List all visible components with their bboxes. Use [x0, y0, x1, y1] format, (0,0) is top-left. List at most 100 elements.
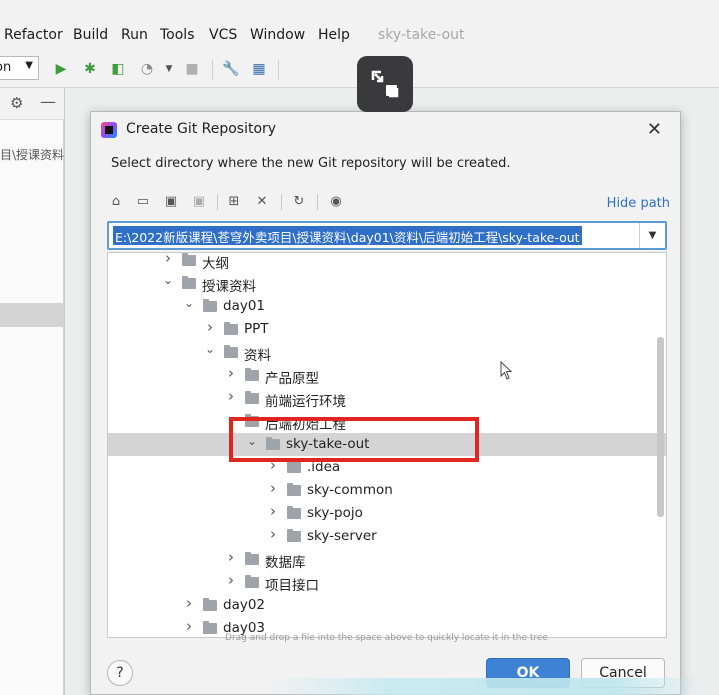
menu-help-label: Help: [318, 27, 350, 43]
tree-row-label: 产品原型: [265, 371, 319, 387]
menu-bar: Refactor Build Run Tools VCS Window Help…: [0, 0, 719, 52]
menu-build[interactable]: Build: [73, 27, 108, 43]
debug-icon[interactable]: ✱: [82, 61, 98, 77]
menu-tools-label: Tools: [160, 27, 195, 43]
chevron-right-icon[interactable]: ›: [225, 387, 237, 405]
project-folder-icon[interactable]: ▣: [162, 193, 180, 211]
chevron-right-icon[interactable]: ›: [183, 594, 195, 612]
tree-row[interactable]: ⌄ 授课资料: [108, 272, 666, 295]
tree-row[interactable]: ⌄ 资料: [108, 341, 666, 364]
menu-refactor[interactable]: Refactor: [4, 27, 63, 43]
menu-build-label: Build: [73, 27, 109, 43]
menu-run[interactable]: Run: [121, 27, 148, 43]
module-folder-icon[interactable]: ▣: [190, 193, 208, 211]
folder-icon: [182, 253, 196, 266]
chevron-right-icon[interactable]: ›: [204, 318, 216, 336]
tree-row[interactable]: › 前端运行环境: [108, 387, 666, 410]
wrench-icon[interactable]: 🔧: [222, 61, 239, 77]
background-blur: [265, 678, 705, 695]
chevron-right-icon[interactable]: ›: [225, 364, 237, 382]
profile-icon[interactable]: ◔: [139, 61, 155, 77]
chevron-down-icon[interactable]: ⌄: [204, 342, 216, 356]
run-icon[interactable]: ▶: [53, 61, 69, 77]
menu-tools[interactable]: Tools: [160, 27, 195, 43]
tree-row-label: day02: [223, 597, 266, 613]
chevron-down-icon: ▼: [25, 60, 33, 71]
toolbar-separator: [317, 194, 318, 210]
chevron-right-icon[interactable]: ›: [267, 502, 279, 520]
run-config-select[interactable]: on ▼: [0, 56, 39, 80]
chevron-down-icon[interactable]: ⌄: [183, 296, 195, 310]
path-input-value: E:\2022新版课程\苍穹外卖项目\授课资料\day01\资料\后端初始工程\…: [113, 226, 582, 245]
tree-row[interactable]: › sky-server: [108, 525, 666, 548]
menu-window-label: Window: [250, 27, 306, 43]
folder-icon: [245, 575, 259, 588]
new-folder-icon[interactable]: ⊞: [225, 193, 243, 211]
project-selected-row[interactable]: [0, 303, 64, 327]
chevron-down-icon[interactable]: ⌄: [162, 273, 174, 287]
folder-icon: [287, 506, 301, 519]
gear-icon[interactable]: ⚙: [10, 94, 23, 112]
tree-row[interactable]: › day02: [108, 594, 666, 617]
folder-icon: [182, 276, 196, 289]
tree-row-label: 数据库: [265, 555, 306, 571]
chevron-right-icon[interactable]: ›: [162, 253, 174, 267]
tree-row-label: 授课资料: [202, 279, 256, 295]
tree-row[interactable]: › 大纲: [108, 253, 666, 272]
minimize-icon[interactable]: —: [40, 92, 56, 111]
tree-row-label: day01: [223, 298, 266, 314]
folder-icon: [245, 391, 259, 404]
coverage-icon[interactable]: ◧: [110, 61, 126, 77]
project-panel: ⚙ — 目\授课资料: [0, 88, 64, 695]
menu-vcs[interactable]: VCS: [209, 27, 237, 43]
project-path: 目\授课资料: [0, 148, 65, 162]
folder-icon: [203, 598, 217, 611]
desktop-icon[interactable]: ▭: [134, 193, 152, 211]
folder-icon: [245, 552, 259, 565]
chevron-right-icon[interactable]: ›: [225, 571, 237, 589]
tree-row[interactable]: › 项目接口: [108, 571, 666, 594]
create-git-repository-dialog: Create Git Repository ✕ Select directory…: [90, 111, 681, 695]
tree-row[interactable]: ⌄ day01: [108, 295, 666, 318]
menu-help[interactable]: Help: [318, 27, 350, 43]
exit-fullscreen-icon: [371, 70, 399, 98]
chevron-down-icon[interactable]: ▼: [639, 223, 665, 248]
help-button[interactable]: ?: [107, 660, 133, 686]
stop-icon[interactable]: ■: [184, 61, 200, 77]
show-hidden-icon[interactable]: ◉: [327, 193, 345, 211]
tree-row-label: 大纲: [202, 256, 229, 272]
tree-row[interactable]: › 产品原型: [108, 364, 666, 387]
home-icon[interactable]: ⌂: [107, 193, 125, 211]
exit-fullscreen-button[interactable]: [357, 56, 413, 112]
path-input[interactable]: E:\2022新版课程\苍穹外卖项目\授课资料\day01\资料\后端初始工程\…: [107, 221, 667, 250]
folder-icon: [224, 322, 238, 335]
tree-scrollbar[interactable]: [657, 337, 664, 517]
toolbar-separator: [278, 60, 279, 80]
more-run-icon[interactable]: ▼: [161, 61, 177, 77]
menu-refactor-label: Refactor: [4, 27, 63, 43]
refresh-icon[interactable]: ↻: [290, 193, 308, 211]
toolbar-separator: [212, 60, 213, 80]
toolbar-separator: [281, 194, 282, 210]
folder-icon: [245, 368, 259, 381]
folder-icon: [203, 299, 217, 312]
project-structure-icon[interactable]: ▦: [251, 61, 267, 77]
folder-icon: [224, 345, 238, 358]
tree-row-label: sky-common: [307, 482, 393, 498]
tree-row[interactable]: › PPT: [108, 318, 666, 341]
dialog-title: Create Git Repository: [126, 121, 277, 137]
tree-row[interactable]: › sky-common: [108, 479, 666, 502]
folder-icon: [287, 529, 301, 542]
close-icon[interactable]: ✕: [647, 119, 662, 140]
menu-window[interactable]: Window: [250, 27, 305, 43]
tree-row[interactable]: › sky-pojo: [108, 502, 666, 525]
run-config-value: on: [0, 60, 12, 75]
chevron-right-icon[interactable]: ›: [267, 525, 279, 543]
hide-path-link[interactable]: Hide path: [607, 196, 670, 211]
chevron-right-icon[interactable]: ›: [267, 479, 279, 497]
chevron-right-icon[interactable]: ›: [225, 548, 237, 566]
tree-row[interactable]: › 数据库: [108, 548, 666, 571]
folder-icon: [287, 460, 301, 473]
delete-icon[interactable]: ✕: [253, 193, 271, 211]
tree-row-label: sky-server: [307, 528, 377, 544]
